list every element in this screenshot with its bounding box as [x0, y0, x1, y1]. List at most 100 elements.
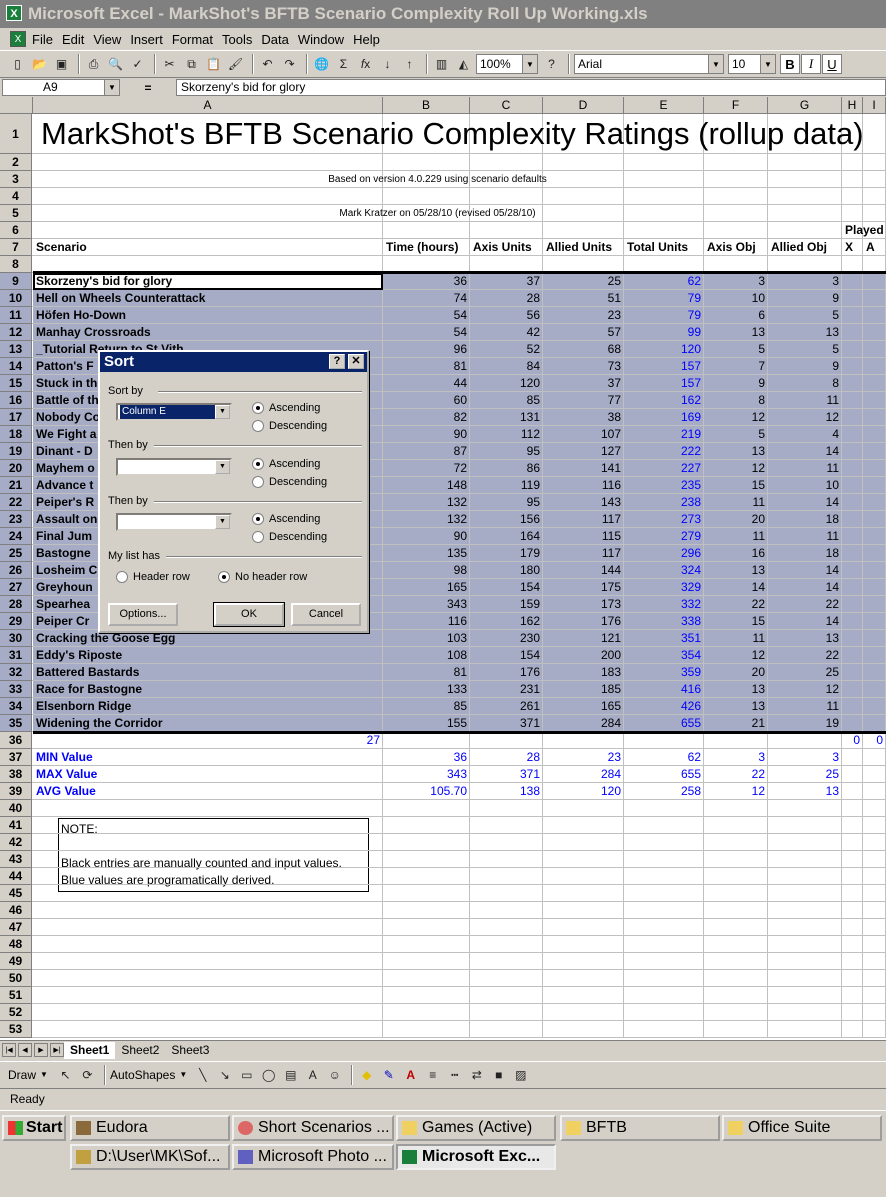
- undo-icon[interactable]: ↶: [258, 54, 277, 74]
- shadow-icon[interactable]: ■: [489, 1065, 508, 1085]
- row-header[interactable]: 35: [0, 715, 32, 732]
- arrow-style-icon[interactable]: ⇄: [467, 1065, 486, 1085]
- paste-icon[interactable]: 📋: [204, 54, 223, 74]
- data-cell[interactable]: 173: [543, 596, 624, 613]
- formula-content[interactable]: Skorzeny's bid for glory: [176, 79, 886, 96]
- row-header[interactable]: 48: [0, 936, 32, 953]
- column-header-i[interactable]: I: [863, 97, 886, 114]
- tab-sheet3[interactable]: Sheet3: [165, 1042, 215, 1059]
- data-cell[interactable]: 117: [543, 511, 624, 528]
- save-icon[interactable]: ▣: [52, 54, 71, 74]
- data-cell[interactable]: 9: [704, 375, 768, 392]
- autoshapes-menu[interactable]: AutoShapes: [110, 1068, 175, 1082]
- data-cell[interactable]: 54: [383, 324, 470, 341]
- data-cell[interactable]: 148: [383, 477, 470, 494]
- data-cell[interactable]: 12: [768, 681, 842, 698]
- data-cell[interactable]: 25: [768, 664, 842, 681]
- row-header[interactable]: 28: [0, 596, 32, 613]
- scenario-name-cell[interactable]: Hell on Wheels Counterattack: [33, 290, 383, 307]
- data-cell[interactable]: 119: [470, 477, 543, 494]
- column-label[interactable]: Allied Obj: [768, 239, 842, 256]
- cut-icon[interactable]: ✂: [160, 54, 179, 74]
- row-header[interactable]: 2: [0, 154, 32, 171]
- no-header-row-radio[interactable]: No header row: [218, 571, 307, 583]
- row-header[interactable]: 23: [0, 511, 32, 528]
- header-row-radio[interactable]: Header row: [116, 571, 190, 583]
- data-cell[interactable]: 338: [624, 613, 704, 630]
- data-cell[interactable]: 14: [768, 494, 842, 511]
- played-axis-count[interactable]: 0: [842, 732, 863, 749]
- then-by-select[interactable]: ▼: [116, 458, 232, 476]
- data-cell[interactable]: 11: [768, 392, 842, 409]
- data-cell[interactable]: 42: [470, 324, 543, 341]
- row-header[interactable]: 19: [0, 443, 32, 460]
- data-cell[interactable]: 7: [704, 358, 768, 375]
- row-header[interactable]: 45: [0, 885, 32, 902]
- data-cell[interactable]: 9: [768, 358, 842, 375]
- stat-value[interactable]: 343: [383, 766, 470, 783]
- stat-value[interactable]: 62: [624, 749, 704, 766]
- then-by-2-ascending-radio[interactable]: Ascending: [252, 513, 320, 525]
- data-cell[interactable]: 13: [768, 630, 842, 647]
- row-header[interactable]: 33: [0, 681, 32, 698]
- document-icon[interactable]: X: [10, 31, 26, 47]
- data-cell[interactable]: 144: [543, 562, 624, 579]
- row-header[interactable]: 29: [0, 613, 32, 630]
- column-header-a[interactable]: A: [33, 97, 383, 114]
- data-cell[interactable]: 279: [624, 528, 704, 545]
- fill-color-icon[interactable]: ◆: [357, 1065, 376, 1085]
- data-cell[interactable]: 5: [704, 341, 768, 358]
- data-cell[interactable]: 38: [543, 409, 624, 426]
- scenario-name-cell[interactable]: Battered Bastards: [33, 664, 383, 681]
- data-cell[interactable]: 14: [768, 613, 842, 630]
- tab-sheet1[interactable]: Sheet1: [64, 1041, 116, 1059]
- data-cell[interactable]: 84: [470, 358, 543, 375]
- data-cell[interactable]: 185: [543, 681, 624, 698]
- row-header[interactable]: 22: [0, 494, 32, 511]
- row-header[interactable]: 13: [0, 341, 32, 358]
- draw-menu[interactable]: Draw: [8, 1068, 36, 1082]
- data-cell[interactable]: 20: [704, 664, 768, 681]
- data-cell[interactable]: 57: [543, 324, 624, 341]
- sort-descending-icon[interactable]: ↑: [400, 54, 419, 74]
- data-cell[interactable]: 343: [383, 596, 470, 613]
- data-cell[interactable]: 8: [768, 375, 842, 392]
- data-cell[interactable]: 60: [383, 392, 470, 409]
- scenario-name-cell[interactable]: Skorzeny's bid for glory: [33, 273, 383, 290]
- options-button[interactable]: Options...: [108, 603, 178, 626]
- data-cell[interactable]: 16: [704, 545, 768, 562]
- data-cell[interactable]: 95: [470, 494, 543, 511]
- task-microsoft-excel[interactable]: Microsoft Exc...: [396, 1144, 556, 1170]
- stat-value[interactable]: 371: [470, 766, 543, 783]
- task-microsoft-photo[interactable]: Microsoft Photo ...: [232, 1144, 394, 1170]
- column-header-e[interactable]: E: [624, 97, 704, 114]
- data-cell[interactable]: 28: [470, 290, 543, 307]
- sort-by-select[interactable]: Column E ▼: [116, 403, 232, 421]
- then-by-ascending-radio[interactable]: Ascending: [252, 458, 320, 470]
- column-label[interactable]: A: [863, 239, 886, 256]
- scenario-name-cell[interactable]: Eddy's Riposte: [33, 647, 383, 664]
- row-header[interactable]: 36: [0, 732, 32, 749]
- select-all-corner[interactable]: [0, 97, 33, 114]
- row-header[interactable]: 32: [0, 664, 32, 681]
- column-header-g[interactable]: G: [768, 97, 842, 114]
- row-header[interactable]: 17: [0, 409, 32, 426]
- data-cell[interactable]: 99: [624, 324, 704, 341]
- 3d-icon[interactable]: ▨: [511, 1065, 530, 1085]
- data-cell[interactable]: 116: [383, 613, 470, 630]
- data-cell[interactable]: 9: [768, 290, 842, 307]
- data-cell[interactable]: 180: [470, 562, 543, 579]
- row-header[interactable]: 15: [0, 375, 32, 392]
- data-cell[interactable]: 73: [543, 358, 624, 375]
- data-cell[interactable]: 108: [383, 647, 470, 664]
- task-bftb[interactable]: BFTB: [560, 1115, 720, 1141]
- scenario-name-cell[interactable]: Race for Bastogne: [33, 681, 383, 698]
- data-cell[interactable]: 5: [768, 307, 842, 324]
- data-cell[interactable]: 183: [543, 664, 624, 681]
- data-cell[interactable]: 81: [383, 664, 470, 681]
- data-cell[interactable]: 96: [383, 341, 470, 358]
- data-cell[interactable]: 22: [768, 647, 842, 664]
- menu-file[interactable]: File: [32, 32, 53, 47]
- column-header-h[interactable]: H: [842, 97, 863, 114]
- column-label[interactable]: Time (hours): [383, 239, 470, 256]
